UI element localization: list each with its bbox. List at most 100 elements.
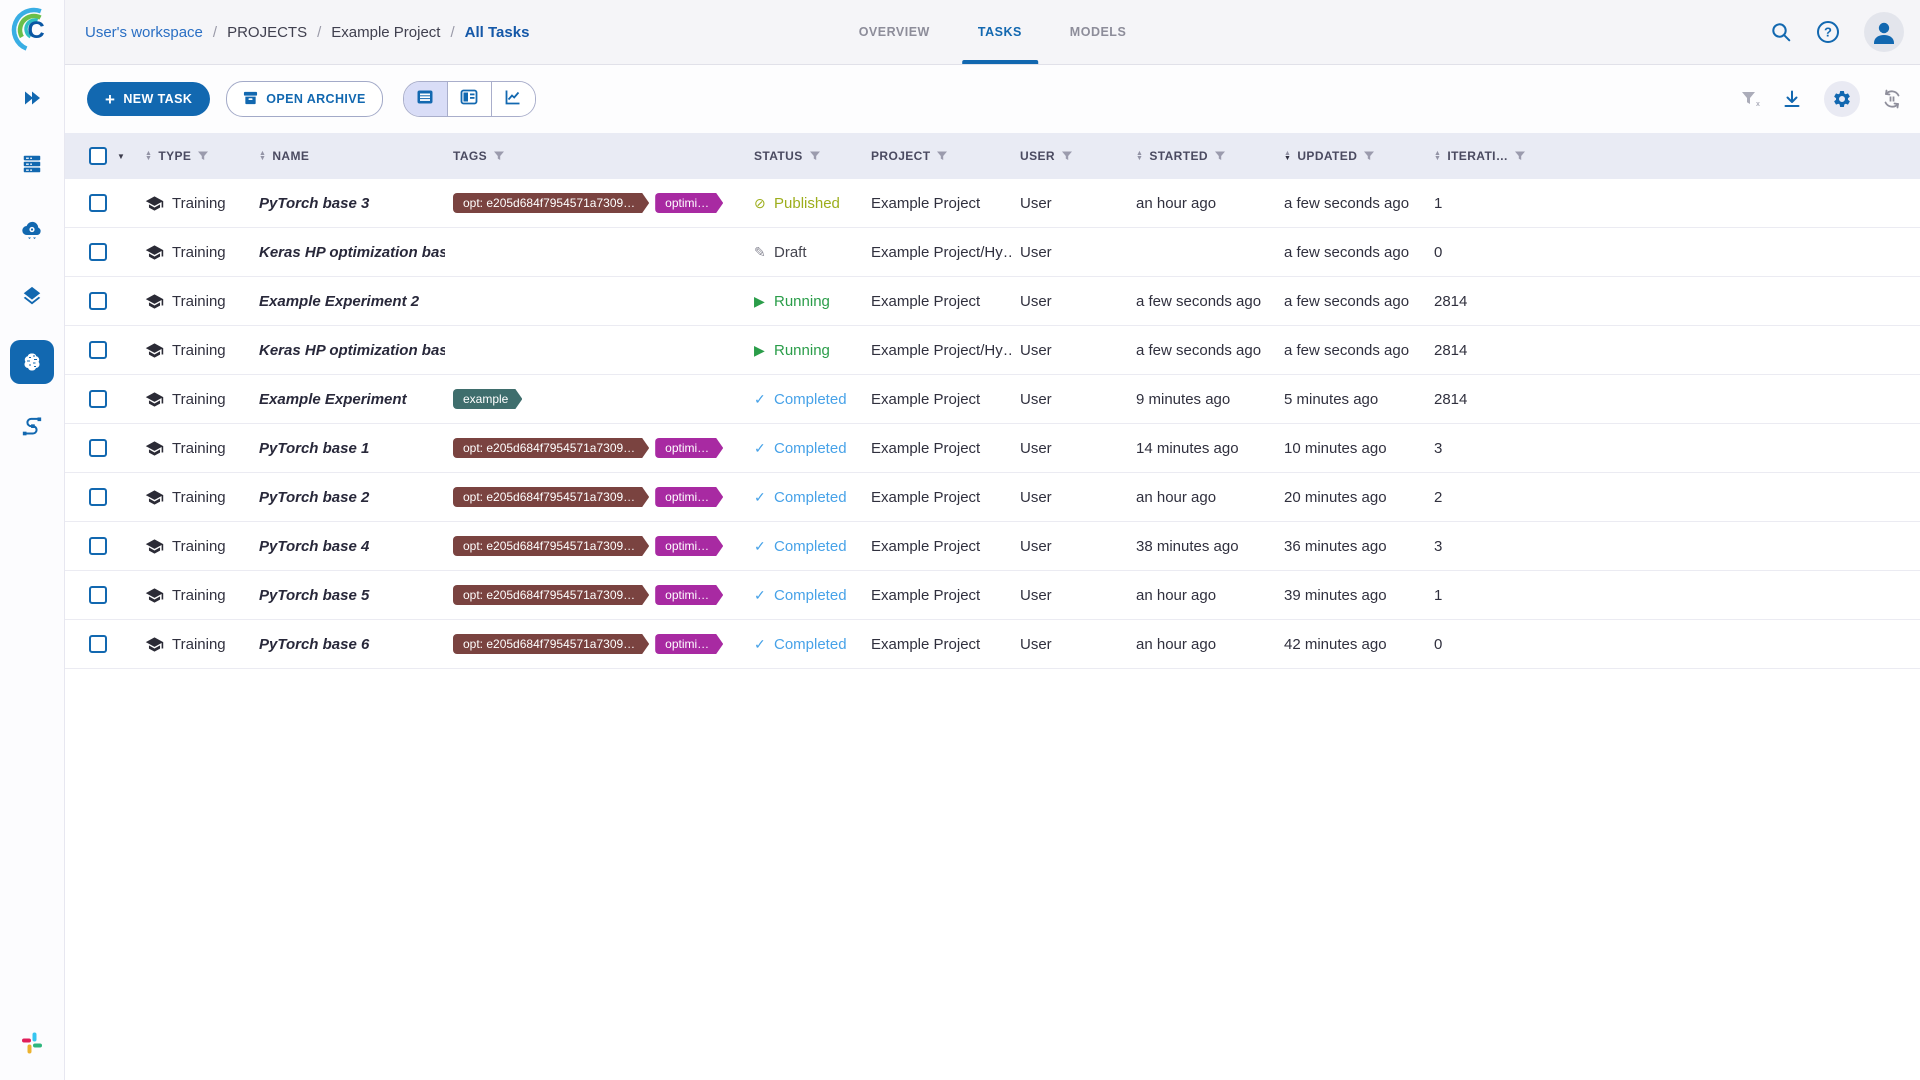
row-select-cell: [65, 586, 137, 604]
column-header-type[interactable]: ▲ ▼ TYPE: [137, 149, 251, 163]
sort-icon[interactable]: ▲ ▼: [1284, 150, 1291, 162]
tag[interactable]: opt: e205d684f7954571a7309…: [453, 193, 649, 213]
task-name[interactable]: PyTorch base 6: [259, 636, 369, 653]
row-checkbox[interactable]: [89, 341, 107, 359]
column-header-project[interactable]: PROJECT: [863, 149, 1012, 163]
tag[interactable]: optimi…: [655, 536, 723, 556]
sort-icon[interactable]: ▲ ▼: [145, 150, 152, 162]
new-task-button[interactable]: + NEW TASK: [87, 82, 211, 116]
table-view-button[interactable]: [403, 82, 448, 116]
tag[interactable]: opt: e205d684f7954571a7309…: [453, 634, 649, 654]
compare-view-button[interactable]: [491, 82, 535, 116]
column-header-tags[interactable]: TAGS: [445, 149, 746, 163]
table-row[interactable]: Training Keras HP optimization base ▶ Runni…: [65, 326, 1920, 375]
task-name[interactable]: PyTorch base 1: [259, 440, 369, 457]
row-checkbox[interactable]: [89, 390, 107, 408]
row-checkbox[interactable]: [89, 439, 107, 457]
column-header-user[interactable]: USER: [1012, 149, 1128, 163]
column-header-iteration[interactable]: ▲ ▼ ITERATI…: [1426, 149, 1920, 163]
row-checkbox[interactable]: [89, 537, 107, 555]
filter-icon[interactable]: [1514, 150, 1526, 162]
open-archive-button[interactable]: OPEN ARCHIVE: [226, 81, 383, 117]
sidebar-item-datasets[interactable]: [10, 274, 54, 318]
tag[interactable]: optimi…: [655, 634, 723, 654]
filter-icon[interactable]: [1363, 150, 1375, 162]
table-row[interactable]: Training PyTorch base 5 opt: e205d684f7954…: [65, 571, 1920, 620]
task-name[interactable]: PyTorch base 4: [259, 538, 369, 555]
filter-icon[interactable]: [493, 150, 505, 162]
row-checkbox[interactable]: [89, 488, 107, 506]
iteration-cell: 1: [1426, 587, 1920, 604]
row-checkbox[interactable]: [89, 292, 107, 310]
user-cell-value: User: [1020, 537, 1052, 555]
column-header-started[interactable]: ▲ ▼ STARTED: [1128, 149, 1276, 163]
tag[interactable]: opt: e205d684f7954571a7309…: [453, 585, 649, 605]
tag[interactable]: example: [453, 389, 522, 409]
auto-refresh-icon[interactable]: [1882, 89, 1902, 109]
project-cell-value: Example Project: [871, 439, 981, 457]
tag[interactable]: optimi…: [655, 585, 723, 605]
filter-icon[interactable]: [809, 150, 821, 162]
user-cell: User: [1012, 342, 1128, 359]
sidebar-item-pipelines[interactable]: [10, 406, 54, 450]
tag[interactable]: optimi…: [655, 438, 723, 458]
table-row[interactable]: Training PyTorch base 6 opt: e205d684f7954…: [65, 620, 1920, 669]
help-icon[interactable]: ?: [1816, 20, 1840, 44]
breadcrumb-item[interactable]: All Tasks: [465, 24, 530, 41]
tab-models[interactable]: MODELS: [1046, 0, 1150, 64]
sidebar-item-cloud-autoscalers[interactable]: [10, 208, 54, 252]
tag[interactable]: opt: e205d684f7954571a7309…: [453, 438, 649, 458]
slack-icon[interactable]: [20, 1031, 44, 1060]
row-checkbox[interactable]: [89, 586, 107, 604]
sidebar-item-expand-menu[interactable]: [10, 76, 54, 120]
detail-view-button[interactable]: [447, 82, 492, 116]
filter-icon[interactable]: [1214, 150, 1226, 162]
tab-overview[interactable]: OVERVIEW: [835, 0, 954, 64]
task-name[interactable]: Example Experiment 2: [259, 293, 419, 310]
task-name[interactable]: Example Experiment: [259, 391, 407, 408]
task-name[interactable]: Keras HP optimization base: [259, 244, 445, 261]
filter-icon[interactable]: [197, 150, 209, 162]
sidebar-item-workers-queues[interactable]: [10, 142, 54, 186]
filter-icon[interactable]: [936, 150, 948, 162]
sort-icon[interactable]: ▲ ▼: [259, 150, 266, 162]
select-all-checkbox[interactable]: [89, 147, 107, 165]
table-row[interactable]: Training Keras HP optimization base ✎ Draft…: [65, 228, 1920, 277]
column-header-status[interactable]: STATUS: [746, 149, 863, 163]
breadcrumb-item[interactable]: User's workspace: [85, 24, 203, 41]
table-row[interactable]: Training PyTorch base 1 opt: e205d684f7954…: [65, 424, 1920, 473]
table-row[interactable]: Training Example Experiment 2 ▶ Running Exam…: [65, 277, 1920, 326]
settings-gear-icon[interactable]: [1824, 81, 1860, 117]
task-name[interactable]: Keras HP optimization base: [259, 342, 445, 359]
table-row[interactable]: Training PyTorch base 2 opt: e205d684f7954…: [65, 473, 1920, 522]
tag[interactable]: opt: e205d684f7954571a7309…: [453, 536, 649, 556]
task-name[interactable]: PyTorch base 2: [259, 489, 369, 506]
status-cell: ⊘ Published: [746, 195, 863, 212]
tag[interactable]: optimi…: [655, 193, 723, 213]
column-header-updated[interactable]: ▲ ▼ UPDATED: [1276, 149, 1426, 163]
tab-tasks[interactable]: TASKS: [954, 0, 1046, 64]
task-name[interactable]: PyTorch base 3: [259, 195, 369, 212]
table-row[interactable]: Training Example Experiment example ✓ Comple…: [65, 375, 1920, 424]
tag[interactable]: optimi…: [655, 487, 723, 507]
row-checkbox[interactable]: [89, 243, 107, 261]
tag[interactable]: opt: e205d684f7954571a7309…: [453, 487, 649, 507]
clear-filters-icon[interactable]: x: [1740, 89, 1760, 109]
sort-icon[interactable]: ▲ ▼: [1136, 150, 1143, 162]
column-header-name[interactable]: ▲ ▼ NAME: [251, 149, 445, 163]
search-icon[interactable]: [1770, 21, 1792, 43]
table-row[interactable]: Training PyTorch base 3 opt: e205d684f7954…: [65, 179, 1920, 228]
user-avatar[interactable]: [1864, 12, 1904, 52]
row-checkbox[interactable]: [89, 635, 107, 653]
table-row[interactable]: Training PyTorch base 4 opt: e205d684f7954…: [65, 522, 1920, 571]
started-cell: 9 minutes ago: [1128, 391, 1276, 408]
clearml-logo[interactable]: C: [8, 6, 57, 54]
filter-icon[interactable]: [1061, 150, 1073, 162]
sidebar-item-projects[interactable]: [10, 340, 54, 384]
started-cell: 38 minutes ago: [1128, 538, 1276, 555]
row-checkbox[interactable]: [89, 194, 107, 212]
sort-icon[interactable]: ▲ ▼: [1434, 150, 1441, 162]
download-icon[interactable]: [1782, 89, 1802, 109]
task-name[interactable]: PyTorch base 5: [259, 587, 369, 604]
select-dropdown-caret[interactable]: ▼: [117, 152, 125, 161]
